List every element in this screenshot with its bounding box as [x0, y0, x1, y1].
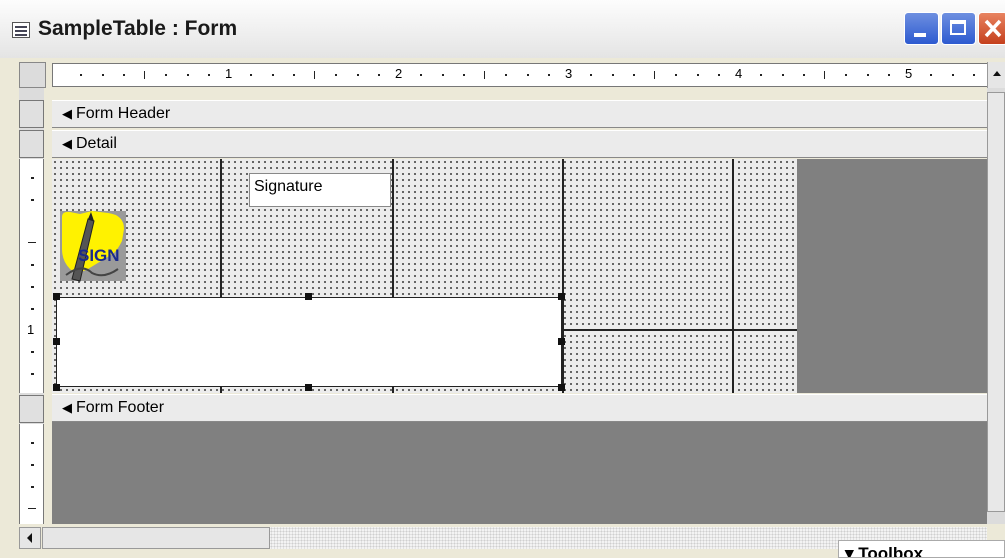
- ruler-tick: [802, 74, 805, 76]
- ruler-tick: [165, 74, 168, 76]
- ruler-tick: [951, 74, 954, 76]
- ruler-number: 3: [565, 66, 573, 81]
- horizontal-ruler[interactable]: 1 2 3 4 5: [52, 63, 988, 87]
- minimize-button[interactable]: [904, 12, 939, 45]
- sign-image-text: SIGN: [78, 246, 120, 265]
- detail-section[interactable]: Signature SIGN: [52, 159, 987, 393]
- ruler-tick: [611, 74, 614, 76]
- form-header-label: Form Header: [76, 105, 171, 122]
- ruler-tick: [675, 74, 678, 76]
- scroll-up-button[interactable]: [987, 62, 1005, 88]
- ruler-tick: [632, 74, 635, 76]
- detail-selector[interactable]: [19, 130, 44, 158]
- detail-label: Detail: [76, 135, 117, 152]
- resize-handle[interactable]: [53, 293, 60, 300]
- arrow-up-icon: [993, 71, 1001, 76]
- signature-pen-icon[interactable]: SIGN: [58, 209, 130, 285]
- ruler-number: 2: [395, 66, 403, 81]
- footer-ruler[interactable]: [19, 424, 44, 524]
- detail-bar[interactable]: ◀ Detail: [52, 130, 987, 158]
- ruler-tick: [420, 74, 423, 76]
- ruler-tick: [207, 74, 210, 76]
- ruler-tick: [590, 74, 593, 76]
- ruler-tick: [186, 74, 189, 76]
- signature-label[interactable]: Signature: [249, 173, 391, 207]
- ruler-half-tick: [654, 71, 655, 79]
- scroll-left-button[interactable]: [19, 527, 41, 549]
- ruler-tick: [250, 74, 253, 76]
- ruler-half-tick: [144, 71, 145, 79]
- form-selector[interactable]: [19, 62, 46, 88]
- form-footer-selector[interactable]: [19, 395, 44, 423]
- horizontal-scroll-thumb[interactable]: [42, 527, 270, 549]
- form-icon[interactable]: [12, 22, 30, 38]
- title-bar[interactable]: SampleTable : Form: [0, 0, 1005, 59]
- ruler-half-tick: [824, 71, 825, 79]
- resize-handle[interactable]: [305, 384, 312, 391]
- resize-handle[interactable]: [558, 293, 565, 300]
- form-footer-bar[interactable]: ◀ Form Footer: [52, 394, 987, 422]
- resize-handle[interactable]: [305, 293, 312, 300]
- ruler-tick: [696, 74, 699, 76]
- ruler-tick: [335, 74, 338, 76]
- ruler-tick: [547, 74, 550, 76]
- ruler-tick: [781, 74, 784, 76]
- form-header-selector[interactable]: [19, 100, 44, 128]
- ruler-tick: [122, 74, 125, 76]
- ruler-tick: [717, 74, 720, 76]
- ruler-tick: [866, 74, 869, 76]
- section-marker-icon: ◀: [62, 106, 72, 121]
- section-marker-icon: ◀: [62, 400, 72, 415]
- ruler-tick: [887, 74, 890, 76]
- ruler-tick: [505, 74, 508, 76]
- toolbox-panel[interactable]: ▾ Toolbox: [838, 540, 1005, 558]
- ruler-number: 5: [905, 66, 913, 81]
- maximize-button[interactable]: [941, 12, 976, 45]
- ruler-tick: [930, 74, 933, 76]
- resize-handle[interactable]: [53, 338, 60, 345]
- form-header-bar[interactable]: ◀ Form Header: [52, 100, 987, 128]
- ruler-tick: [356, 74, 359, 76]
- ruler-tick: [101, 74, 104, 76]
- ruler-tick: [845, 74, 848, 76]
- vertical-ruler: 1: [19, 88, 44, 524]
- ruler-tick: [271, 74, 274, 76]
- close-icon: [984, 19, 1002, 38]
- section-marker-icon: ◀: [62, 136, 72, 151]
- ruler-half-tick: [314, 71, 315, 79]
- vertical-scroll-thumb[interactable]: [987, 92, 1005, 512]
- arrow-left-icon: [27, 533, 32, 543]
- ruler-half-tick: [484, 71, 485, 79]
- ruler-tick: [760, 74, 763, 76]
- resize-handle[interactable]: [558, 338, 565, 345]
- ruler-number: 1: [225, 66, 233, 81]
- ruler-tick: [377, 74, 380, 76]
- ruler-tick: [972, 74, 975, 76]
- ruler-tick: [292, 74, 295, 76]
- ruler-number: 4: [735, 66, 743, 81]
- vertical-ruler-number: 1: [27, 322, 35, 337]
- resize-handle[interactable]: [53, 384, 60, 391]
- ruler-tick: [441, 74, 444, 76]
- ruler-tick: [80, 74, 83, 76]
- resize-handle[interactable]: [558, 384, 565, 391]
- ruler-tick: [462, 74, 465, 76]
- close-button[interactable]: [978, 12, 1005, 45]
- ruler-tick: [526, 74, 529, 76]
- window-title: SampleTable : Form: [38, 17, 238, 40]
- form-footer-label: Form Footer: [76, 399, 165, 416]
- form-footer-section[interactable]: [52, 422, 987, 524]
- signature-capture-control[interactable]: [53, 293, 565, 391]
- toolbox-title: ▾ Toolbox: [845, 544, 924, 558]
- detail-ruler[interactable]: 1: [19, 159, 44, 393]
